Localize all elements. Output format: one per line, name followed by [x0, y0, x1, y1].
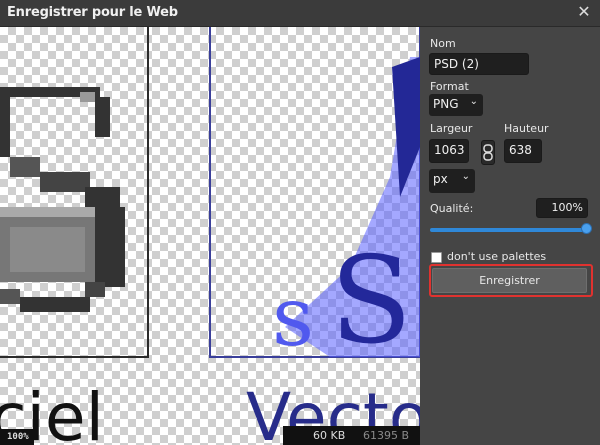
- width-input[interactable]: 1063: [429, 139, 469, 163]
- unit-select[interactable]: px ⌄: [429, 169, 475, 193]
- quality-slider[interactable]: [430, 223, 592, 234]
- preview-canvas[interactable]: iciel S s Vecto: [0, 27, 420, 445]
- name-input[interactable]: PSD (2): [429, 53, 529, 75]
- format-label: Format: [430, 80, 469, 93]
- format-value: PNG: [433, 97, 459, 111]
- palette-checkbox[interactable]: [431, 252, 442, 263]
- title-bar: Enregistrer pour le Web ✕: [0, 0, 600, 27]
- quality-label: Qualité:: [430, 202, 474, 215]
- window-title: Enregistrer pour le Web: [7, 5, 178, 20]
- status-bar: 60 KB 61395 B: [283, 426, 420, 445]
- height-label: Hauteur: [504, 122, 549, 135]
- quality-slider-track: [430, 228, 588, 232]
- canvas-text-s-small: s: [272, 270, 314, 365]
- file-bytes: 61395 B: [363, 429, 410, 442]
- height-input[interactable]: 638: [504, 139, 542, 163]
- close-icon[interactable]: ✕: [574, 2, 594, 22]
- canvas-text-s-big: S: [330, 232, 412, 371]
- preview-artwork: iciel S s Vecto: [0, 27, 420, 445]
- pixel-s-glyph: [0, 87, 125, 312]
- link-chain-icon: [483, 144, 493, 161]
- unit-value: px: [433, 172, 448, 186]
- highlight-box: [429, 264, 593, 297]
- link-icon[interactable]: [481, 140, 495, 165]
- name-label: Nom: [430, 37, 456, 50]
- width-label: Largeur: [430, 122, 473, 135]
- quality-slider-thumb[interactable]: [581, 223, 592, 234]
- file-size: 60 KB: [313, 429, 346, 442]
- format-select[interactable]: PNG ⌄: [429, 94, 483, 116]
- palette-label: don't use palettes: [447, 250, 547, 263]
- quality-input[interactable]: 100%: [536, 198, 588, 218]
- chevron-down-icon: ⌄: [461, 171, 470, 182]
- zoom-level: 100%: [0, 429, 34, 445]
- export-panel: Nom PSD (2) Format PNG ⌄ Largeur Hauteur…: [420, 27, 600, 445]
- chevron-down-icon: ⌄: [469, 96, 478, 107]
